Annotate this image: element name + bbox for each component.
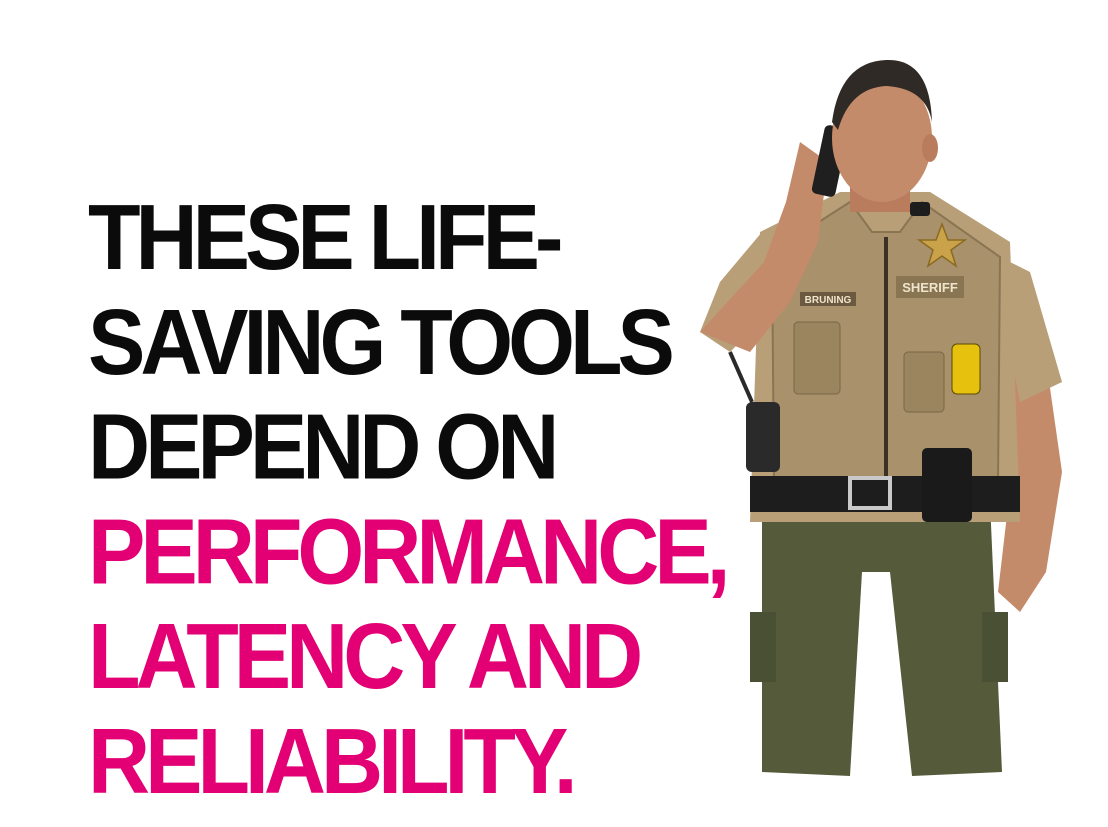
headline: THESE LIFE- SAVING TOOLS DEPEND ON PERFO… xyxy=(88,186,731,815)
headline-line-2: SAVING TOOLS xyxy=(88,290,675,395)
headline-line-4: PERFORMANCE, xyxy=(88,500,731,604)
name-tag: BRUNING xyxy=(805,295,852,306)
pants xyxy=(750,502,1008,776)
sheriff-patch: SHERIFF xyxy=(902,280,958,295)
headline-line-5: LATENCY AND xyxy=(88,605,643,709)
headline-line-3: DEPEND ON xyxy=(88,395,559,500)
headline-line-1: THESE LIFE- xyxy=(88,186,564,290)
headline-line-6: RELIABILITY. xyxy=(88,709,578,814)
officer-photo: BRUNING SHERIFF xyxy=(700,59,1062,776)
